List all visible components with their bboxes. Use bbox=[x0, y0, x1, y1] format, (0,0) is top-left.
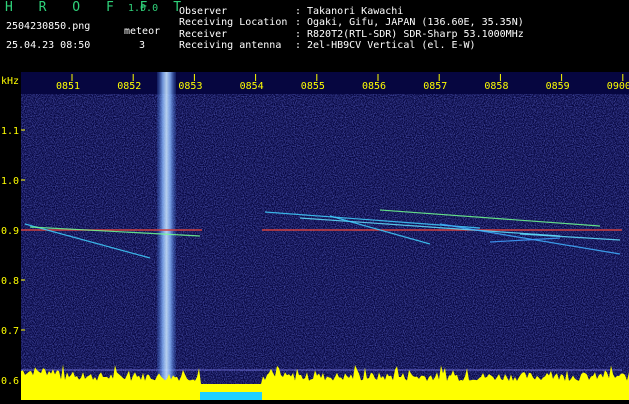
location-label: Receiving Location bbox=[179, 17, 288, 28]
app-version: 1.0.0 bbox=[128, 3, 159, 14]
x-tick-label: 0900 bbox=[607, 81, 629, 92]
x-tick-label: 0856 bbox=[362, 81, 386, 92]
location-value: Ogaki, Gifu, JAPAN (136.60E, 35.35N) bbox=[307, 17, 524, 28]
observation-datetime: 25.04.23 08:50 bbox=[6, 40, 91, 51]
y-tick-label: 0.9 bbox=[1, 226, 19, 237]
y-tick-label: 1.0 bbox=[1, 176, 19, 187]
observer-sep: : bbox=[295, 6, 302, 17]
x-tick-label: 0855 bbox=[301, 81, 325, 92]
receiver-label: Receiver bbox=[179, 29, 228, 40]
antenna-label: Receiving antenna bbox=[179, 40, 282, 51]
y-tick-label: 0.7 bbox=[1, 326, 19, 337]
receiver-value: R820T2(RTL-SDR) SDR-Sharp 53.1000MHz bbox=[307, 29, 524, 40]
x-tick-label: 0857 bbox=[423, 81, 447, 92]
observer-label: Observer bbox=[179, 6, 228, 17]
spectrogram-plot: kHz 1.1 1.0 0.9 0.8 0.7 0.6 0851 0852 0853 0854 085… bbox=[0, 72, 629, 400]
y-tick-label: 0.6 bbox=[1, 376, 19, 387]
x-tick-label: 0854 bbox=[240, 81, 264, 92]
interference-band bbox=[157, 72, 176, 384]
antenna-value: 2el-HB9CV Vertical (el. E-W) bbox=[307, 40, 476, 51]
y-axis-unit: kHz bbox=[1, 76, 19, 87]
y-tick-label: 1.1 bbox=[1, 126, 19, 137]
meteor-count: 3 bbox=[139, 40, 146, 51]
x-tick-label: 0852 bbox=[117, 81, 141, 92]
observer-value: Takanori Kawachi bbox=[307, 6, 404, 17]
meteor-label: meteor bbox=[124, 26, 161, 37]
receiver-sep: : bbox=[295, 29, 302, 40]
location-sep: : bbox=[295, 17, 302, 28]
antenna-sep: : bbox=[295, 40, 302, 51]
x-tick-label: 0859 bbox=[546, 81, 570, 92]
data-gap-marker bbox=[200, 392, 262, 400]
x-tick-label: 0851 bbox=[56, 81, 80, 92]
image-filename: 2504230850.png bbox=[6, 21, 91, 32]
header-panel: H R O F F T 1.0.0 2504230850.png meteor … bbox=[0, 0, 629, 72]
x-tick-label: 0853 bbox=[178, 81, 202, 92]
y-tick-label: 0.8 bbox=[1, 276, 19, 287]
x-tick-label: 0858 bbox=[484, 81, 508, 92]
spectrogram-svg: kHz 1.1 1.0 0.9 0.8 0.7 0.6 0851 0852 0853 0854 085… bbox=[1, 72, 629, 400]
app-title: H R O F F T bbox=[5, 0, 191, 15]
